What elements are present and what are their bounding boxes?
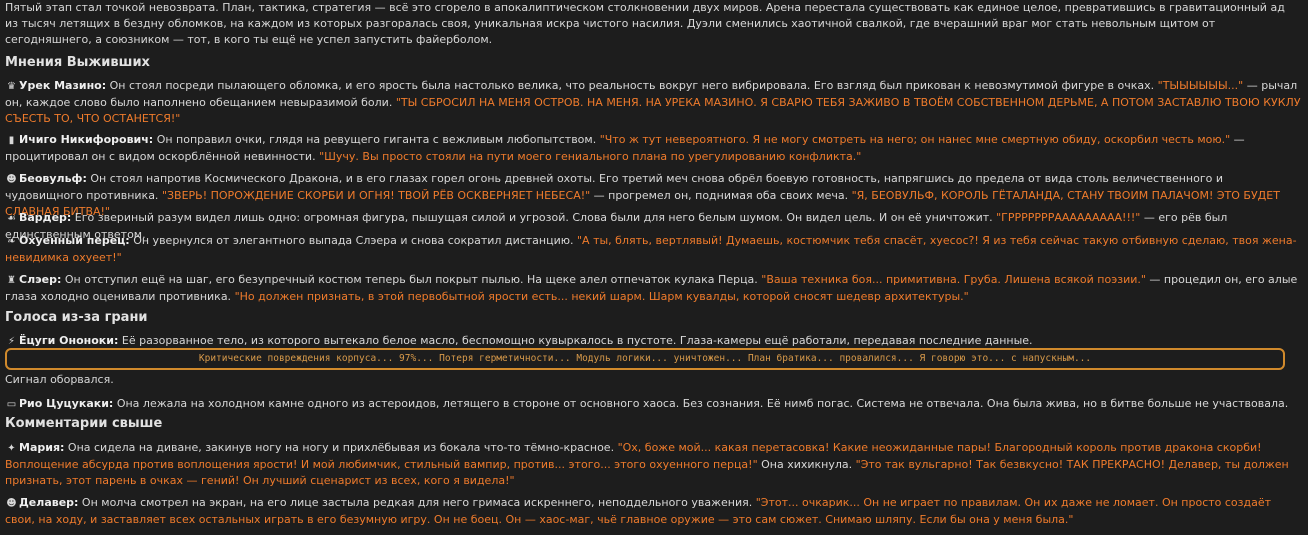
post-delaver: ☻ Делавер: Он молча смотрел на экран, на … bbox=[5, 495, 1301, 528]
post-text: — прогремел он, поднимая оба своих меча. bbox=[590, 189, 852, 202]
critical-damage-log: Критические повреждения корпуса... 97%..… bbox=[5, 348, 1285, 370]
post-quote: "Но должен признать, в этой первобытной … bbox=[234, 290, 969, 303]
post-text: Она сидела на диване, закинув ногу на но… bbox=[64, 441, 618, 454]
post-author: Вардер: bbox=[19, 211, 72, 224]
post-quote: "ТЫЫЫЫЫЫ..." bbox=[1157, 79, 1244, 92]
post-quote: "Что ж тут невероятного. Я не могу смотр… bbox=[599, 133, 1231, 146]
post-text: Он отступил ещё на шаг, его безупречный … bbox=[61, 273, 762, 286]
post-quote: "ГРРРРРРРААААААААА!!!" bbox=[996, 211, 1141, 224]
post-rio: ▭ Рио Цуцукаки: Она лежала на холодном ка… bbox=[5, 396, 1301, 413]
lizard-icon: ☙ bbox=[7, 213, 16, 224]
post-text: Её разорванное тело, из которого вытекал… bbox=[118, 334, 1033, 347]
pepper-icon: ❧ bbox=[7, 236, 16, 247]
post-quote: "Шучу. Вы просто стояли на пути моего ге… bbox=[319, 150, 862, 163]
laptop-icon: ▭ bbox=[6, 399, 17, 410]
section-heading-beyond: Голоса из-за грани bbox=[5, 310, 148, 325]
post-author: Рио Цуцукаки: bbox=[19, 397, 114, 410]
crown-icon: ♛ bbox=[7, 81, 16, 92]
section-heading-survivors: Мнения Выживших bbox=[5, 55, 150, 70]
devil-icon: ☻ bbox=[6, 498, 17, 509]
post-text: Она хихикнула. bbox=[757, 458, 856, 471]
post-author: Охуенный перец: bbox=[19, 234, 130, 247]
post-maria: ✦ Мария: Она сидела на диване, закинув но… bbox=[5, 440, 1301, 489]
intro-paragraph: Пятый этап стал точкой невозврата. План,… bbox=[5, 1, 1285, 46]
book-icon: ▮ bbox=[8, 135, 15, 146]
post-author: Слэер: bbox=[19, 273, 62, 286]
section-heading-above: Комментарии свыше bbox=[5, 416, 163, 431]
post-text: Его звериный разум видел лишь одно: огро… bbox=[71, 211, 997, 224]
post-author: Ичиго Никифорович: bbox=[19, 133, 154, 146]
post-text: Он молча смотрел на экран, на его лице з… bbox=[78, 496, 756, 509]
signal-lost-text: Сигнал оборвался. bbox=[5, 373, 114, 386]
post-quote: "Ваша техника боя... примитивна. Груба. … bbox=[761, 273, 1146, 286]
post-text: Он увернулся от элегантного выпада Слэер… bbox=[129, 234, 577, 247]
sparkles-icon: ✦ bbox=[7, 443, 16, 454]
post-author: Ёцуги Ононоки: bbox=[19, 334, 119, 347]
post-ichigo: ▮ Ичиго Никифорович: Он поправил очки, гл… bbox=[5, 132, 1301, 165]
post-author: Беовульф: bbox=[19, 172, 87, 185]
post-text: Он поправил очки, глядя на ревущего гига… bbox=[153, 133, 600, 146]
post-author: Урек Мазино: bbox=[19, 79, 107, 92]
post-text: Она лежала на холодном камне одного из а… bbox=[113, 397, 1289, 410]
post-urek: ♛ Урек Мазино: Он стоял посреди пылающего… bbox=[5, 78, 1301, 127]
post-text: Он стоял посреди пылающего обломка, и ег… bbox=[106, 79, 1158, 92]
vampire-icon: ♜ bbox=[7, 275, 16, 286]
chat-log: Пятый этап стал точкой невозврата. План,… bbox=[0, 0, 1308, 535]
post-quote: "ЗВЕРЬ! ПОРОЖДЕНИЕ СКОРБИ И ОГНЯ! ТВОЙ Р… bbox=[161, 189, 591, 202]
post-pepper: ❧ Охуенный перец: Он увернулся от элегант… bbox=[5, 233, 1301, 266]
post-slayer: ♜ Слэер: Он отступил ещё на шаг, его безу… bbox=[5, 272, 1301, 305]
lion-icon: ☻ bbox=[6, 174, 17, 185]
post-author: Делавер: bbox=[19, 496, 79, 509]
post-author: Мария: bbox=[19, 441, 65, 454]
